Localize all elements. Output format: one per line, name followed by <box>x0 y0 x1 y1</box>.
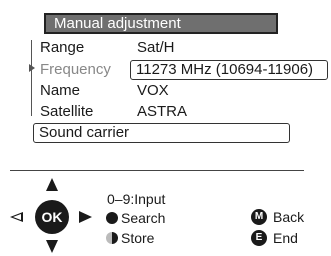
search-dot-icon <box>106 212 118 224</box>
sound-carrier-button[interactable]: Sound carrier <box>33 123 290 143</box>
name-label: Name <box>40 82 81 99</box>
arrow-down-icon[interactable] <box>46 240 58 253</box>
search-label: Search <box>121 210 166 226</box>
end-key-icon[interactable]: E <box>251 230 267 246</box>
back-label: Back <box>273 209 305 225</box>
satellite-value[interactable]: ASTRA <box>137 103 187 120</box>
arrow-right-icon[interactable] <box>79 211 92 223</box>
store-label: Store <box>121 230 155 246</box>
back-key-icon[interactable]: M <box>251 209 267 225</box>
satellite-label: Satellite <box>40 103 94 120</box>
menu-vertical-line <box>31 40 32 116</box>
input-hint: 0–9:Input <box>107 191 166 207</box>
range-value[interactable]: Sat/H <box>137 39 175 56</box>
menu-title: Manual adjustment <box>44 13 278 34</box>
end-label: End <box>273 230 298 246</box>
arrow-left-icon-inner <box>13 214 21 220</box>
store-dot-icon <box>106 232 118 244</box>
name-value[interactable]: VOX <box>137 82 169 99</box>
frequency-field[interactable]: 11273 MHz (10694-11906) <box>130 60 328 80</box>
arrow-up-icon[interactable] <box>46 178 58 191</box>
selection-pointer-icon <box>29 64 35 72</box>
frequency-label: Frequency <box>40 61 111 78</box>
ok-button[interactable]: OK <box>35 200 69 234</box>
divider <box>10 170 304 171</box>
range-label: Range <box>40 39 85 56</box>
